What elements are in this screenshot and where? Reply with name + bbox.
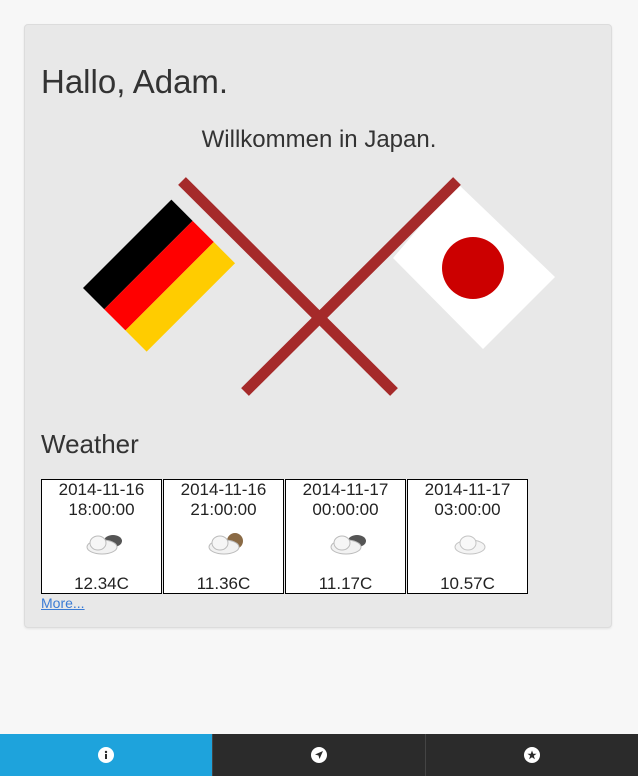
tab-location[interactable] [212,734,425,776]
tab-favorites[interactable] [425,734,638,776]
welcome-card: Hallo, Adam. Willkommen in Japan. Weathe… [24,24,612,628]
more-weather-link[interactable]: More... [41,595,85,611]
forecast-time: 18:00:00 [68,500,135,519]
japan-flag [393,183,555,349]
forecast-item: 2014-11-16 21:00:00 11.36C [163,479,284,594]
forecast-temperature: 12.34C [74,574,129,593]
location-arrow-icon [311,747,327,763]
forecast-date: 2014-11-16 [180,480,267,499]
info-icon [98,747,114,763]
star-icon [524,747,540,763]
cloud-moon-icon [330,535,366,555]
forecast-date: 2014-11-16 [58,480,145,499]
flag-pole-left [178,177,398,396]
forecast-item: 2014-11-16 18:00:00 12.34C [41,479,162,594]
cloud-moon-icon [86,535,122,555]
tab-info[interactable] [0,734,212,776]
cloud-moon-icon [208,533,243,555]
forecast-item: 2014-11-17 03:00:00 10.57C [407,479,528,594]
forecast-temperature: 11.17C [318,574,373,593]
forecast-item: 2014-11-17 00:00:00 11.17C [285,479,406,594]
weather-heading: Weather [41,429,139,459]
crossed-flags-image [82,177,555,396]
germany-flag [82,199,236,352]
forecast-date: 2014-11-17 [302,480,389,499]
forecast-temperature: 10.57C [440,574,495,593]
forecast-temperature: 11.36C [196,574,251,593]
forecast-strip: 2014-11-16 18:00:00 12.34C 2014-11-16 21… [41,479,529,594]
cloud-icon [454,535,486,555]
forecast-date: 2014-11-17 [424,480,511,499]
bottom-tab-bar [0,734,638,776]
forecast-time: 21:00:00 [190,500,257,519]
forecast-time: 03:00:00 [434,500,501,519]
forecast-time: 00:00:00 [312,500,379,519]
